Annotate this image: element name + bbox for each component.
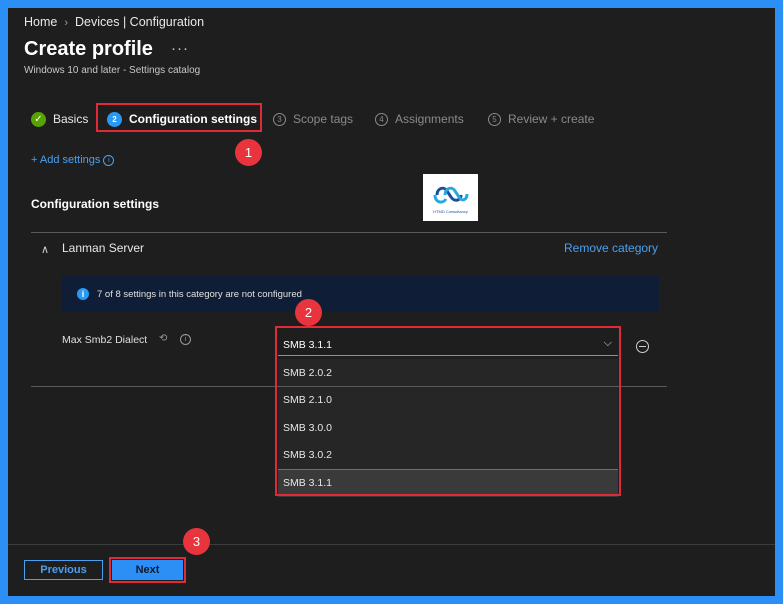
setting-label: Max Smb2 Dialect	[62, 334, 148, 346]
page-subtitle: Windows 10 and later - Settings catalog	[24, 65, 201, 76]
breadcrumb-home[interactable]: Home	[24, 15, 57, 29]
more-options-icon[interactable]: ···	[171, 40, 189, 57]
logo-mark	[433, 186, 468, 204]
section-title: Configuration settings	[31, 197, 159, 211]
step-number-icon: 4	[375, 112, 388, 126]
tab-scope-tags-label: Scope tags	[293, 112, 354, 126]
chevron-right-icon: ›	[64, 17, 69, 29]
app-window: Home › Devices | Configuration Create prof…	[8, 8, 775, 596]
footer-divider	[8, 544, 775, 545]
category-name: Lanman Server	[62, 241, 145, 255]
divider	[31, 232, 667, 233]
annotation-highlight-tab	[96, 103, 262, 132]
info-icon[interactable]: i	[180, 334, 191, 345]
chevron-up-icon[interactable]: ∧	[41, 243, 49, 256]
step-number-icon: 3	[273, 112, 286, 126]
tab-basics-label: Basics	[53, 112, 89, 126]
tab-scope-tags[interactable]: 3 Scope tags	[273, 109, 353, 129]
add-settings-link[interactable]: + Add settings i	[31, 154, 115, 166]
info-icon: i	[77, 288, 89, 300]
previous-button[interactable]: Previous	[24, 560, 103, 580]
tab-assignments-label: Assignments	[395, 112, 464, 126]
breadcrumb: Home › Devices | Configuration	[24, 15, 204, 29]
add-settings-label: + Add settings	[31, 154, 101, 166]
remove-category-link[interactable]: Remove category	[564, 241, 658, 255]
info-banner: i 7 of 8 settings in this category are n…	[62, 276, 659, 312]
annotation-highlight-dropdown	[275, 326, 621, 496]
annotation-badge-3: 3	[183, 528, 210, 555]
logo-text: HTMD Consultancy	[433, 208, 468, 214]
tab-review-create-label: Review + create	[508, 112, 595, 126]
info-banner-text: 7 of 8 settings in this category are not…	[97, 288, 302, 300]
tab-assignments[interactable]: 4 Assignments	[375, 109, 464, 129]
annotation-badge-1: 1	[235, 139, 262, 166]
tab-basics[interactable]: ✓ Basics	[31, 109, 88, 129]
sync-icon: ⟲	[159, 333, 168, 344]
remove-setting-icon[interactable]	[636, 340, 649, 353]
check-circle-icon: ✓	[31, 111, 46, 127]
tab-review-create[interactable]: 5 Review + create	[488, 109, 594, 129]
step-number-icon: 5	[488, 112, 501, 126]
logo: HTMD Consultancy	[423, 174, 478, 221]
annotation-badge-2: 2	[295, 299, 322, 326]
breadcrumb-current[interactable]: Devices | Configuration	[75, 15, 204, 29]
page-title: Create profile	[24, 38, 153, 60]
annotation-highlight-next	[109, 557, 186, 583]
info-icon: i	[103, 154, 115, 166]
